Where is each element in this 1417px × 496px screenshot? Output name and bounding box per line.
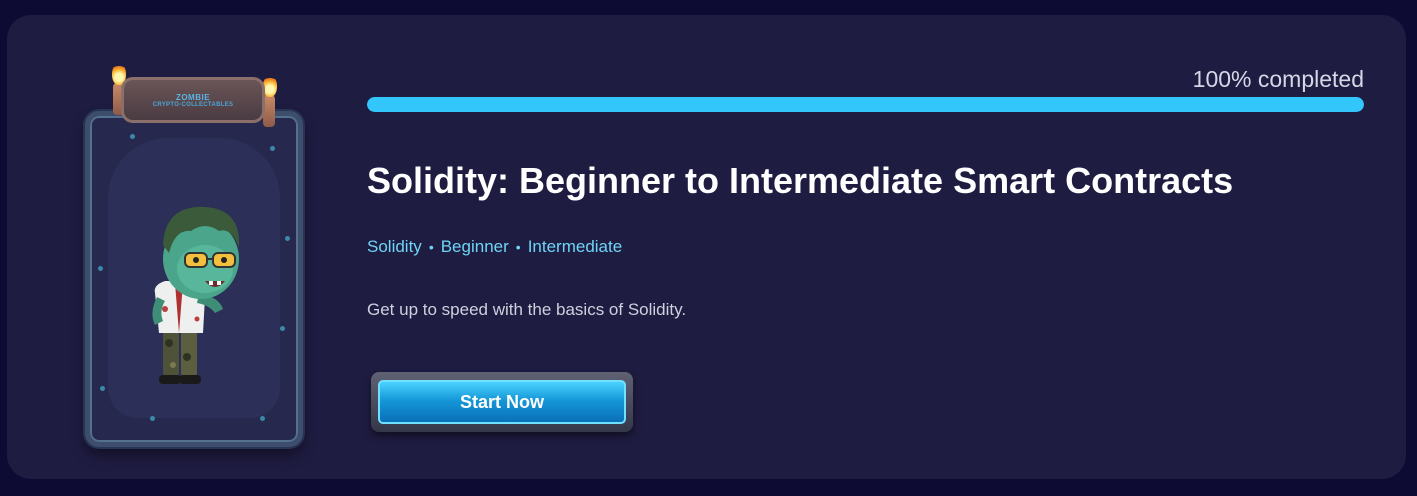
course-artwork: ZOMBIE CRYPTO-COLLECTABLES [75,55,315,455]
course-tags: Solidity • Beginner • Intermediate [367,237,622,257]
tag-separator: • [428,239,434,255]
tag-solidity: Solidity [367,237,422,256]
tag-separator: • [515,239,521,255]
course-description: Get up to speed with the basics of Solid… [367,300,687,319]
start-now-button[interactable]: Start Now [371,372,633,432]
plaque-subtitle: CRYPTO-COLLECTABLES [152,101,234,108]
progress-bar [367,97,1364,112]
plaque-title: ZOMBIE [175,92,211,102]
tag-intermediate: Intermediate [527,237,623,256]
right-flame-icon [263,75,277,97]
course-title: Solidity: Beginner to Intermediate Smart… [367,160,1234,201]
course-card: ZOMBIE CRYPTO-COLLECTABLES 100% complete… [7,15,1406,479]
tag-beginner: Beginner [440,237,509,256]
progress-bar-fill [367,97,1364,112]
start-now-label: Start Now [378,380,626,424]
title-plaque: ZOMBIE CRYPTO-COLLECTABLES [121,77,265,123]
zombie-character-icon [152,206,240,384]
progress-label: 100% completed [1192,66,1364,92]
